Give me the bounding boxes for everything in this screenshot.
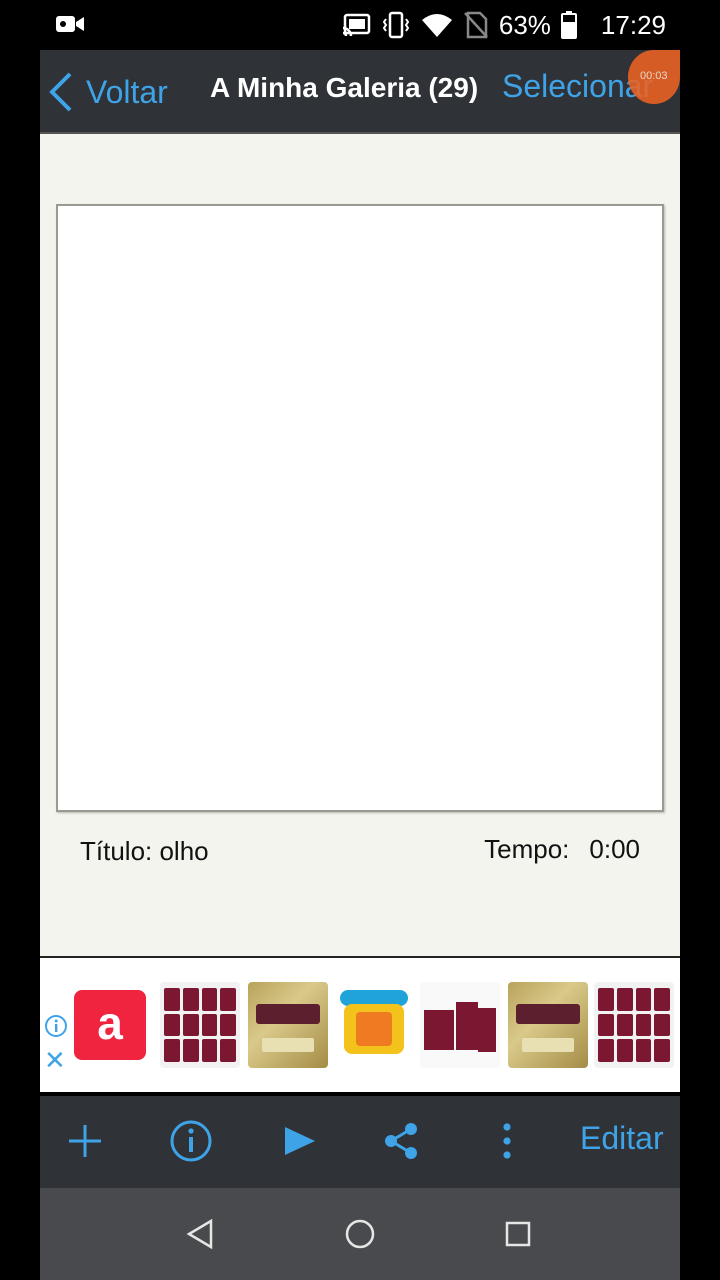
share-icon bbox=[385, 1123, 417, 1159]
ad-product-album[interactable] bbox=[248, 982, 328, 1068]
ad-product-stickers[interactable] bbox=[160, 982, 240, 1068]
detail-panel: Título: olho Tempo: 0:00 bbox=[40, 134, 680, 956]
ad-banner[interactable]: ✕ a bbox=[40, 958, 680, 1092]
info-button[interactable] bbox=[166, 1116, 216, 1166]
system-navigation-bar bbox=[40, 1188, 680, 1280]
no-sim-icon bbox=[463, 11, 488, 39]
item-title: Título: olho bbox=[80, 836, 209, 866]
ad-controls: ✕ bbox=[44, 1014, 70, 1073]
right-letterbox bbox=[680, 0, 720, 1280]
ad-close-icon[interactable]: ✕ bbox=[44, 1047, 70, 1073]
item-time: Tempo: 0:00 bbox=[484, 834, 640, 865]
image-preview[interactable] bbox=[56, 204, 664, 812]
video-camera-icon bbox=[56, 16, 84, 32]
battery-percent: 63% bbox=[498, 9, 551, 40]
add-button[interactable] bbox=[60, 1116, 110, 1166]
battery-icon bbox=[560, 11, 577, 39]
back-triangle-icon bbox=[186, 1218, 213, 1250]
time-label: Tempo: bbox=[484, 834, 570, 864]
vibrate-icon bbox=[382, 11, 410, 39]
clock: 17:29 bbox=[600, 9, 666, 40]
time-value: 0:00 bbox=[589, 834, 640, 864]
home-circle-icon bbox=[345, 1219, 375, 1249]
system-recents-button[interactable] bbox=[498, 1214, 538, 1254]
left-letterbox bbox=[0, 0, 40, 1280]
ad-info-icon[interactable] bbox=[44, 1014, 68, 1038]
more-options-button[interactable] bbox=[482, 1116, 532, 1166]
back-label: Voltar bbox=[86, 73, 168, 110]
info-icon bbox=[170, 1120, 212, 1162]
back-button[interactable]: Voltar bbox=[46, 68, 168, 116]
edit-button[interactable]: Editar bbox=[580, 1120, 664, 1157]
bottom-toolbar: Editar bbox=[40, 1096, 680, 1188]
play-button[interactable] bbox=[274, 1116, 324, 1166]
cast-icon bbox=[342, 13, 371, 37]
system-home-button[interactable] bbox=[340, 1214, 380, 1254]
page-title: A Minha Galeria (29) bbox=[210, 72, 479, 103]
more-vertical-icon bbox=[503, 1123, 511, 1159]
chevron-left-icon bbox=[49, 72, 72, 112]
system-back-button[interactable] bbox=[180, 1214, 220, 1254]
ad-product-flag-stickers[interactable] bbox=[420, 982, 500, 1068]
plus-icon bbox=[69, 1125, 101, 1157]
ad-product-album[interactable] bbox=[508, 982, 588, 1068]
status-bar: 63% 17:29 bbox=[40, 0, 680, 50]
navigation-bar: Voltar A Minha Galeria (29) Selecionar 0… bbox=[40, 50, 680, 134]
wifi-icon bbox=[421, 14, 452, 37]
play-icon bbox=[285, 1127, 315, 1155]
ad-brand-logo[interactable]: a bbox=[74, 990, 146, 1060]
ad-product-toy-phone[interactable] bbox=[334, 982, 414, 1068]
share-button[interactable] bbox=[376, 1116, 426, 1166]
ad-product-stickers[interactable] bbox=[594, 982, 674, 1068]
recents-square-icon bbox=[505, 1221, 531, 1247]
recording-time: 00:03 bbox=[640, 70, 668, 82]
ad-logo-text: a bbox=[97, 997, 123, 1049]
